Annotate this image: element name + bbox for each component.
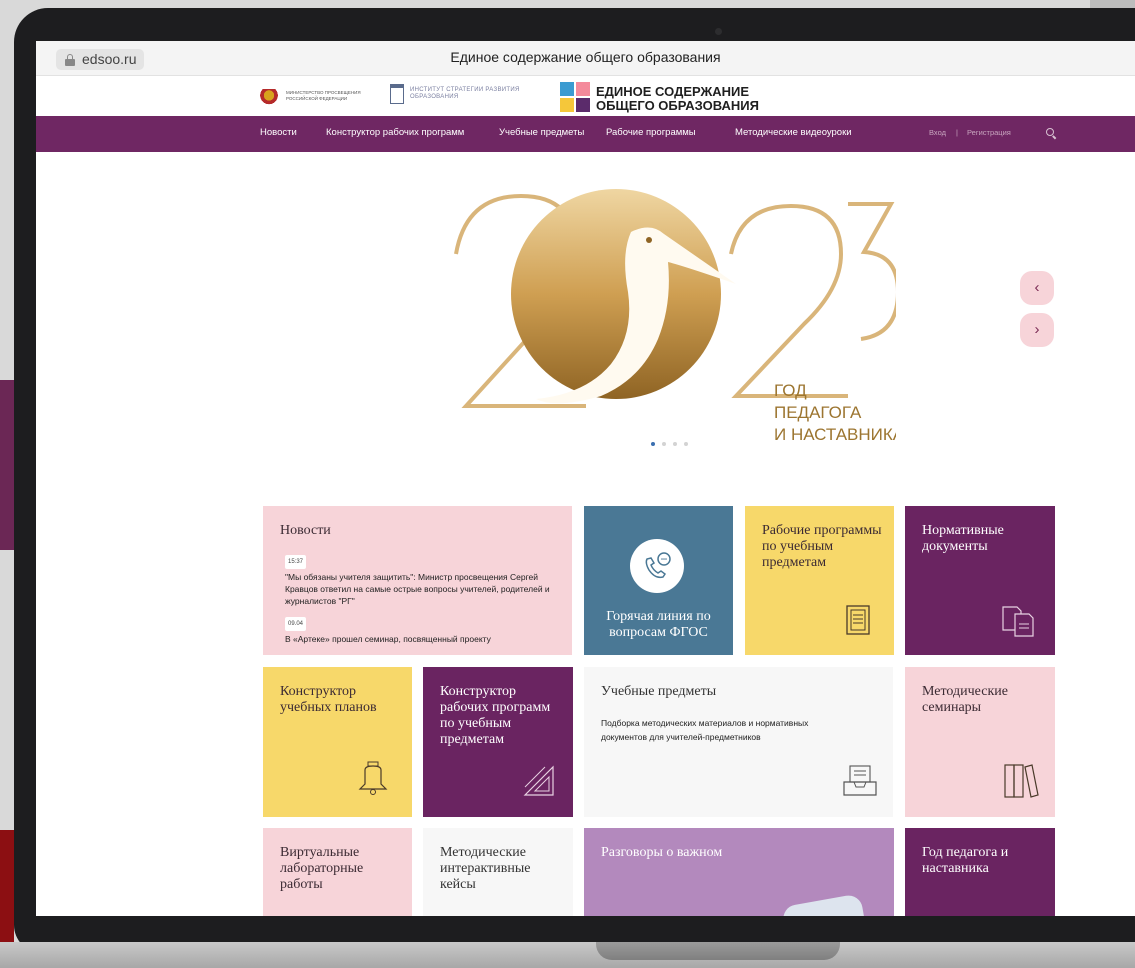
- register-link[interactable]: Регистрация: [967, 128, 1011, 137]
- tile-seminars-title: Методические семинары: [922, 684, 1008, 715]
- slide-dot-active[interactable]: [651, 442, 655, 446]
- browser-bar: edsoo.ru Единое содержание общего образо…: [36, 41, 1135, 76]
- institute-logo[interactable]: ИНСТИТУТ СТРАТЕГИИ РАЗВИТИЯ ОБРАЗОВАНИЯ: [390, 84, 520, 110]
- documents-icon: [1002, 606, 1034, 637]
- site-header: МИНИСТЕРСТВО ПРОСВЕЩЕНИЯ РОССИЙСКОЙ ФЕДЕ…: [36, 76, 1135, 116]
- column-icon: [390, 84, 404, 104]
- promo-image: [781, 893, 867, 916]
- tile-hotline[interactable]: Горячая линия по вопросам ФГОС: [584, 506, 733, 655]
- background-panel: [0, 830, 14, 945]
- tile-subjects[interactable]: Учебные предметы Подборка методических м…: [584, 667, 893, 817]
- tile-program-builder[interactable]: Конструктор рабочих программ по учебным …: [423, 667, 573, 817]
- tile-talks[interactable]: Разговоры о важном: [584, 828, 894, 916]
- tile-normative-docs[interactable]: Нормативные документы: [905, 506, 1055, 655]
- slider-prev-button[interactable]: ‹: [1020, 271, 1054, 305]
- inbox-tray-icon: [843, 765, 877, 796]
- tile-news[interactable]: Новости 15:37 "Мы обязаны учителя защити…: [263, 506, 572, 655]
- books-icon: [1004, 764, 1039, 798]
- laptop-screen: edsoo.ru Единое содержание общего образо…: [36, 41, 1135, 916]
- site-name-line1: ЕДИНОЕ СОДЕРЖАНИЕ: [596, 84, 750, 99]
- nav-item-news[interactable]: Новости: [260, 127, 297, 138]
- logo-tiles-icon: [560, 82, 590, 112]
- news-date: 09.04: [285, 617, 307, 631]
- tile-teacher-year[interactable]: Год педагога и наставника: [905, 828, 1055, 916]
- tile-hotline-title: Горячая линия по вопросам ФГОС: [606, 609, 711, 640]
- tile-program-builder-title: Конструктор рабочих программ по учебным …: [440, 684, 551, 747]
- tile-work-programs-title: Рабочие программы по учебным предметам: [762, 523, 882, 570]
- hero-slider: ГОД ПЕДАГОГА И НАСТАВНИКА ‹ ›: [36, 152, 1135, 507]
- site-name-line2: ОБЩЕГО ОБРАЗОВАНИЯ: [596, 98, 759, 113]
- hero-caption-line1: ГОД: [774, 381, 807, 400]
- tile-curriculum-builder[interactable]: Конструктор учебных планов: [263, 667, 412, 817]
- webcam: [715, 28, 722, 35]
- slider-next-button[interactable]: ›: [1020, 313, 1054, 347]
- tile-virtual-labs-title: Виртуальные лабораторные работы: [280, 845, 364, 892]
- laptop-base: [0, 942, 1135, 968]
- nav-item-video-lessons[interactable]: Методические видеоуроки: [735, 127, 852, 138]
- tile-subjects-title: Учебные предметы: [601, 684, 717, 699]
- ministry-logo-text: МИНИСТЕРСТВО ПРОСВЕЩЕНИЯ РОССИЙСКОЙ ФЕДЕ…: [286, 90, 361, 101]
- tile-news-title: Новости: [280, 523, 331, 538]
- slide-dot[interactable]: [684, 442, 688, 446]
- eagle-emblem-icon: [258, 89, 280, 105]
- nav-item-program-builder[interactable]: Конструктор рабочих программ: [326, 127, 464, 138]
- news-text: В «Артеке» прошел семинар, посвященный п…: [285, 634, 491, 644]
- year-2023-emblem: ГОД ПЕДАГОГА И НАСТАВНИКА: [454, 189, 896, 446]
- news-item[interactable]: 15:37 "Мы обязаны учителя защитить": Мин…: [285, 554, 565, 607]
- site-logo[interactable]: ЕДИНОЕ СОДЕРЖАНИЕ ОБЩЕГО ОБРАЗОВАНИЯ: [560, 82, 790, 114]
- document-icon: [846, 605, 870, 635]
- hero-caption-line2: ПЕДАГОГА: [774, 403, 862, 422]
- bell-icon: [358, 761, 388, 795]
- news-date: 15:37: [285, 555, 307, 569]
- institute-logo-text: ИНСТИТУТ СТРАТЕГИИ РАЗВИТИЯ ОБРАЗОВАНИЯ: [410, 87, 520, 100]
- ministry-logo[interactable]: МИНИСТЕРСТВО ПРОСВЕЩЕНИЯ РОССИЙСКОЙ ФЕДЕ…: [258, 86, 378, 110]
- slide-dot[interactable]: [673, 442, 677, 446]
- nav-item-work-programs[interactable]: Рабочие программы: [606, 127, 696, 138]
- tile-curriculum-builder-title: Конструктор учебных планов: [280, 684, 377, 715]
- login-link[interactable]: Вход: [929, 128, 946, 137]
- hero-caption-line3: И НАСТАВНИКА: [774, 425, 896, 444]
- tile-normative-docs-title: Нормативные документы: [922, 523, 1004, 554]
- tile-subjects-description: Подборка методических материалов и норма…: [601, 718, 809, 742]
- slide-dot[interactable]: [662, 442, 666, 446]
- tile-seminars[interactable]: Методические семинары: [905, 667, 1055, 817]
- news-item[interactable]: 09.04 В «Артеке» прошел семинар, посвяще…: [285, 616, 565, 645]
- page-title: Единое содержание общего образования: [450, 49, 721, 65]
- tile-interactive-cases[interactable]: Методические интерактивные кейсы: [423, 828, 573, 916]
- background-panel: [0, 380, 14, 550]
- tile-virtual-labs[interactable]: Виртуальные лабораторные работы: [263, 828, 412, 916]
- tile-teacher-year-title: Год педагога и наставника: [922, 845, 1009, 876]
- ruler-triangle-icon: [523, 765, 554, 796]
- nav-item-subjects[interactable]: Учебные предметы: [499, 127, 584, 138]
- auth-separator: |: [956, 128, 958, 137]
- tile-interactive-cases-title: Методические интерактивные кейсы: [440, 845, 531, 892]
- laptop-notch: [596, 942, 840, 960]
- tile-work-programs[interactable]: Рабочие программы по учебным предметам: [745, 506, 894, 655]
- search-icon[interactable]: [1046, 128, 1057, 140]
- main-nav: Новости Конструктор рабочих программ Уче…: [36, 116, 1135, 152]
- phone-chat-icon: [630, 539, 684, 593]
- news-text: "Мы обязаны учителя защитить": Министр п…: [285, 572, 550, 606]
- tile-talks-title: Разговоры о важном: [601, 845, 723, 860]
